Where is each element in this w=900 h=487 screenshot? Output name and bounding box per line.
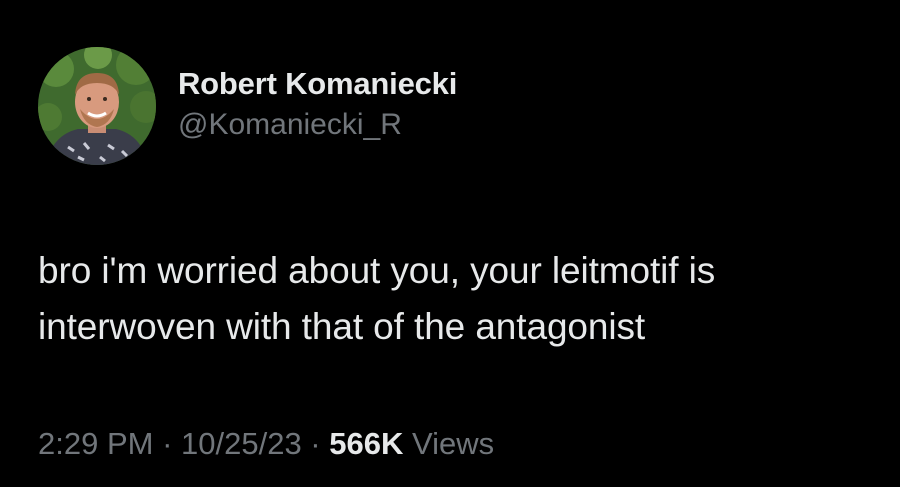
meta-separator: · xyxy=(153,426,182,461)
meta-separator: · xyxy=(301,426,330,461)
author-block: Robert Komaniecki @Komaniecki_R xyxy=(178,64,457,145)
tweet-time[interactable]: 2:29 PM xyxy=(38,426,153,461)
avatar-image xyxy=(38,47,156,165)
author-handle[interactable]: @Komaniecki_R xyxy=(178,105,457,145)
tweet-text: bro i'm worried about you, your leitmoti… xyxy=(38,250,716,347)
avatar[interactable] xyxy=(38,47,156,165)
tweet-date[interactable]: 10/25/23 xyxy=(181,426,302,461)
tweet-meta: 2:29 PM · 10/25/23 · 566K Views xyxy=(38,422,494,466)
views-label: Views xyxy=(403,426,495,461)
tweet: Robert Komaniecki @Komaniecki_R bro i'm … xyxy=(0,0,900,487)
views-count[interactable]: 566K xyxy=(329,426,403,461)
author-display-name[interactable]: Robert Komaniecki xyxy=(178,64,457,104)
